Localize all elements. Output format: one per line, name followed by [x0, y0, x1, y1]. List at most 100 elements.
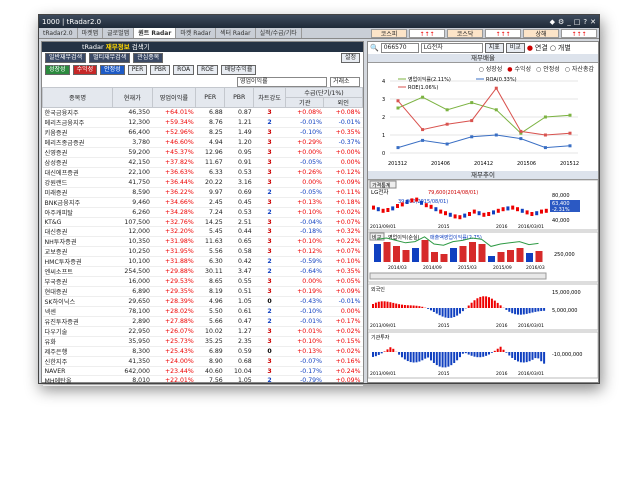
table-row[interactable]: 제주은행 8,300 +25.43% 6.89 0.59 0 +0.13% +0.02% — [42, 346, 363, 358]
tab-globalmap[interactable]: 글로벌맵 — [103, 28, 135, 38]
close-icon[interactable]: ✕ — [590, 18, 596, 26]
table-row[interactable]: 유진투자증권 2,890 +27.88% 5.66 0.47 2 -0.01% +0.17% — [42, 316, 363, 328]
cell-name[interactable]: NAVER — [42, 366, 113, 377]
per-button[interactable]: PER — [127, 65, 148, 75]
op-scrollbar[interactable] — [369, 272, 547, 280]
col-name[interactable]: 종목명 — [42, 87, 113, 108]
table-row[interactable]: 대신증권 12,000 +32.20% 5.45 0.44 3 -0.18% +0.32% — [42, 226, 363, 238]
cell-name[interactable]: 엔씨소프트 — [42, 266, 113, 278]
cell-name[interactable]: 강원랜드 — [42, 177, 113, 188]
table-row[interactable]: 메리츠금융지주 12,300 +59.34% 8.76 1.21 2 -0.01% -0.01… — [42, 117, 363, 128]
pbr-button[interactable]: PBR — [150, 65, 171, 75]
roa-button[interactable]: ROA — [173, 65, 195, 75]
table-row[interactable]: SK하이닉스 29,650 +28.39% 4.96 1.05 0 -0.43% -0.01% — [42, 296, 363, 308]
settings-button[interactable]: 설정 — [340, 53, 360, 63]
table-row[interactable]: 강원랜드 41,750 +36.44% 20.22 3.16 3 0.00% +0.09% — [42, 177, 363, 188]
stock-name-field[interactable]: LG전자 — [420, 43, 483, 53]
growth-button[interactable]: 성장성 — [45, 65, 70, 75]
pin-icon[interactable]: ◆ — [550, 18, 555, 26]
maximize-icon[interactable]: □ — [574, 18, 581, 26]
kosdaq-button[interactable]: 코스닥 — [447, 29, 483, 38]
cell-name[interactable]: 제주은행 — [42, 346, 113, 358]
profitability-button[interactable]: 수익성 — [72, 65, 98, 75]
shanghai-button[interactable]: 상해 — [523, 29, 559, 38]
table-row[interactable]: NAVER 642,000 +23.44% 40.60 10.04 3 -0.17% +0.2… — [42, 366, 363, 377]
cell-name[interactable]: BNK금융지주 — [42, 197, 113, 208]
cell-name[interactable]: MH에탄올 — [42, 375, 113, 387]
col-price[interactable]: 현재가 — [112, 87, 153, 108]
radio-stability[interactable]: ○ 안정성 — [536, 64, 560, 73]
cell-name[interactable]: 신한지주 — [42, 356, 113, 368]
cell-name[interactable]: 미래증권 — [42, 187, 113, 198]
table-row[interactable]: 삼성증권 42,150 +37.82% 11.67 0.91 3 -0.05% 0.00% — [42, 157, 363, 168]
table-row[interactable]: 넥센 78,100 +28.02% 5.50 0.61 2 -0.10% 0.00% — [42, 306, 363, 318]
tab-quant-radar[interactable]: 퀀트 Radar — [134, 28, 177, 38]
radio-profit[interactable]: ● 수익성 — [507, 64, 531, 73]
general-search-button[interactable]: 일반재무검색 — [45, 53, 87, 63]
cell-name[interactable]: 유진투자증권 — [42, 316, 113, 328]
table-row[interactable]: NH투자증권 10,350 +31.98% 11.63 0.65 3 +0.10% +0.22… — [42, 236, 363, 248]
cell-name[interactable]: 메리츠금융지주 — [42, 117, 113, 128]
table-row[interactable]: 신영증권 59,200 +45.37% 12.96 0.95 3 +0.00% +0.00% — [42, 147, 363, 158]
table-row[interactable]: MH에탄올 8,010 +22.01% 7.56 1.05 2 -0.79% +0.09% — [42, 375, 363, 387]
cell-name[interactable]: 다우기술 — [42, 326, 113, 338]
col-per[interactable]: PER — [195, 87, 226, 108]
cell-name[interactable]: 대신에프증권 — [42, 167, 113, 178]
tab-tradar[interactable]: tRadar2.0 — [39, 28, 78, 38]
stability-button[interactable]: 안정성 — [100, 65, 125, 75]
tab-marketmap[interactable]: 마켓맵 — [78, 28, 104, 38]
cell-name[interactable]: HMC투자증권 — [42, 256, 113, 268]
minimize-icon[interactable]: _ — [567, 18, 571, 26]
tab-sector-radar[interactable]: 섹터 Radar — [216, 28, 256, 38]
indicator-button[interactable]: 지표 — [484, 43, 504, 53]
table-row[interactable]: 다우기술 22,950 +26.07% 10.02 1.27 3 +0.01% +0.02% — [42, 326, 363, 338]
radio-assets[interactable]: ○ 자산총감 — [565, 64, 594, 73]
cell-name[interactable]: 키움증권 — [42, 127, 113, 138]
compare-button[interactable]: 비교 — [505, 43, 525, 53]
col-institution[interactable]: 기관 — [284, 97, 325, 108]
table-row[interactable]: 대신에프증권 22,100 +36.63% 6.33 0.53 3 +0.26% +0.12% — [42, 167, 363, 178]
cell-name[interactable]: 유화 — [42, 336, 113, 348]
table-row[interactable]: 신한지주 41,350 +24.00% 8.90 0.68 3 -0.07% +0.16% — [42, 356, 363, 368]
table-row[interactable]: 한국금융지주 46,350 +64.01% 6.88 0.87 3 +0.08% +0.08% — [42, 107, 363, 118]
cell-name[interactable]: 신영증권 — [42, 147, 113, 158]
cell-name[interactable]: 넥센 — [42, 306, 113, 318]
tab-earnings[interactable]: 실적/수급/기타 — [256, 28, 302, 38]
settings-icon[interactable]: ⚙ — [558, 18, 564, 26]
cell-name[interactable]: SK하이닉스 — [42, 296, 113, 308]
table-row[interactable]: 부국증권 16,000 +29.53% 8.65 0.55 3 0.00% +0.05% — [42, 276, 363, 288]
col-op-margin[interactable]: 영업이익률 — [151, 87, 197, 108]
cell-name[interactable]: NH투자증권 — [42, 236, 113, 248]
cell-name[interactable]: 부국증권 — [42, 276, 113, 288]
table-row[interactable]: 메리츠종금증권 3,780 +46.60% 4.94 1.20 3 +0.29% -0.37% — [42, 137, 363, 148]
table-row[interactable]: 엔씨소프트 254,500 +29.88% 30.11 3.47 2 -0.64% +0.35… — [42, 266, 363, 278]
watchlist-button[interactable]: 관심종목 — [133, 53, 164, 63]
help-icon[interactable]: ? — [583, 18, 587, 26]
radio-separate-icon[interactable]: ○ — [550, 44, 556, 52]
cell-name[interactable]: KT&G — [42, 217, 113, 228]
cell-name[interactable]: 한국금융지주 — [42, 107, 113, 118]
col-pbr[interactable]: PBR — [224, 87, 255, 108]
col-chart-strength[interactable]: 차트강도 — [253, 87, 286, 108]
table-row[interactable]: BNK금융지주 9,460 +34.66% 2.45 0.45 3 +0.13% +0.18% — [42, 197, 363, 208]
cell-name[interactable]: 대신증권 — [42, 226, 113, 238]
col-foreign[interactable]: 외인 — [323, 97, 363, 108]
market-select[interactable]: 거래소 — [330, 76, 360, 87]
radio-consolidated-icon[interactable]: ● — [527, 44, 533, 52]
cell-name[interactable]: 아주캐피탈 — [42, 207, 113, 218]
cell-name[interactable]: 삼성증권 — [42, 157, 113, 168]
table-row[interactable]: 유화 35,950 +25.73% 35.25 2.35 3 +0.10% +0.15% — [42, 336, 363, 348]
kospi-button[interactable]: 코스피 — [371, 29, 407, 38]
dividend-button[interactable]: 배당수익률 — [220, 65, 257, 75]
table-row[interactable]: 키움증권 66,400 +52.96% 8.25 1.49 3 -0.10% +0.35% — [42, 127, 363, 138]
table-row[interactable]: 아주캐피탈 6,260 +34.28% 7.24 0.53 2 +0.10% +0.02% — [42, 207, 363, 218]
search-icon[interactable]: 🔍 — [370, 44, 379, 52]
sort-select[interactable]: 영업이익률 — [237, 76, 327, 87]
table-row[interactable]: 현대증권 6,890 +29.35% 8.19 0.51 3 +0.19% +0.09% — [42, 286, 363, 298]
table-row[interactable]: 미래증권 8,590 +36.22% 9.97 0.69 2 -0.05% +0.11% — [42, 187, 363, 198]
stock-code-input[interactable]: 066570 — [380, 43, 419, 53]
radio-growth[interactable]: ○ 성장성 — [479, 64, 503, 73]
cell-name[interactable]: 교보증권 — [42, 246, 113, 258]
tab-market-radar[interactable]: 마켓 Radar — [176, 28, 216, 38]
multi-search-button[interactable]: 멀티재무검색 — [89, 53, 131, 63]
